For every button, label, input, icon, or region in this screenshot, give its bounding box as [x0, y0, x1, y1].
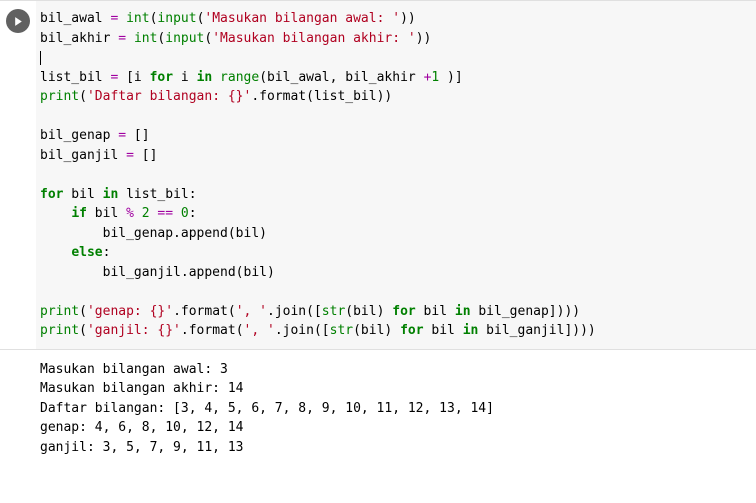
code-line: bil_akhir = int(input('Masukan bilangan … — [40, 31, 431, 46]
code-line: bil_ganjil = [] — [40, 148, 157, 163]
play-icon — [13, 16, 24, 27]
code-line: print('ganjil: {}'.format(', '.join([str… — [40, 323, 596, 338]
code-line: for bil in list_bil: — [40, 187, 197, 202]
code-line — [40, 50, 41, 65]
code-line: bil_ganjil.append(bil) — [40, 265, 275, 280]
code-editor[interactable]: bil_awal = int(input('Masukan bilangan a… — [36, 1, 756, 349]
output-line: Masukan bilangan akhir: 14 — [40, 381, 244, 396]
code-line: list_bil = [i for i in range(bil_awal, b… — [40, 70, 463, 85]
output-line: Daftar bilangan: [3, 4, 5, 6, 7, 8, 9, 1… — [40, 401, 494, 416]
output-line: genap: 4, 6, 8, 10, 12, 14 — [40, 420, 244, 435]
code-cell: bil_awal = int(input('Masukan bilangan a… — [0, 0, 756, 350]
code-line: else: — [40, 245, 110, 260]
cell-gutter — [0, 1, 36, 349]
run-button[interactable] — [6, 9, 30, 33]
code-line: print('genap: {}'.format(', '.join([str(… — [40, 304, 580, 319]
code-line: bil_awal = int(input('Masukan bilangan a… — [40, 11, 416, 26]
code-line: bil_genap.append(bil) — [40, 226, 267, 241]
code-line: print('Daftar bilangan: {}'.format(list_… — [40, 89, 392, 104]
code-line: bil_genap = [] — [40, 128, 150, 143]
cell-output: Masukan bilangan awal: 3 Masukan bilanga… — [36, 350, 756, 474]
text-cursor — [40, 51, 41, 65]
output-line: ganjil: 3, 5, 7, 9, 11, 13 — [40, 440, 244, 455]
output-line: Masukan bilangan awal: 3 — [40, 362, 228, 377]
code-line: if bil % 2 == 0: — [40, 206, 197, 221]
